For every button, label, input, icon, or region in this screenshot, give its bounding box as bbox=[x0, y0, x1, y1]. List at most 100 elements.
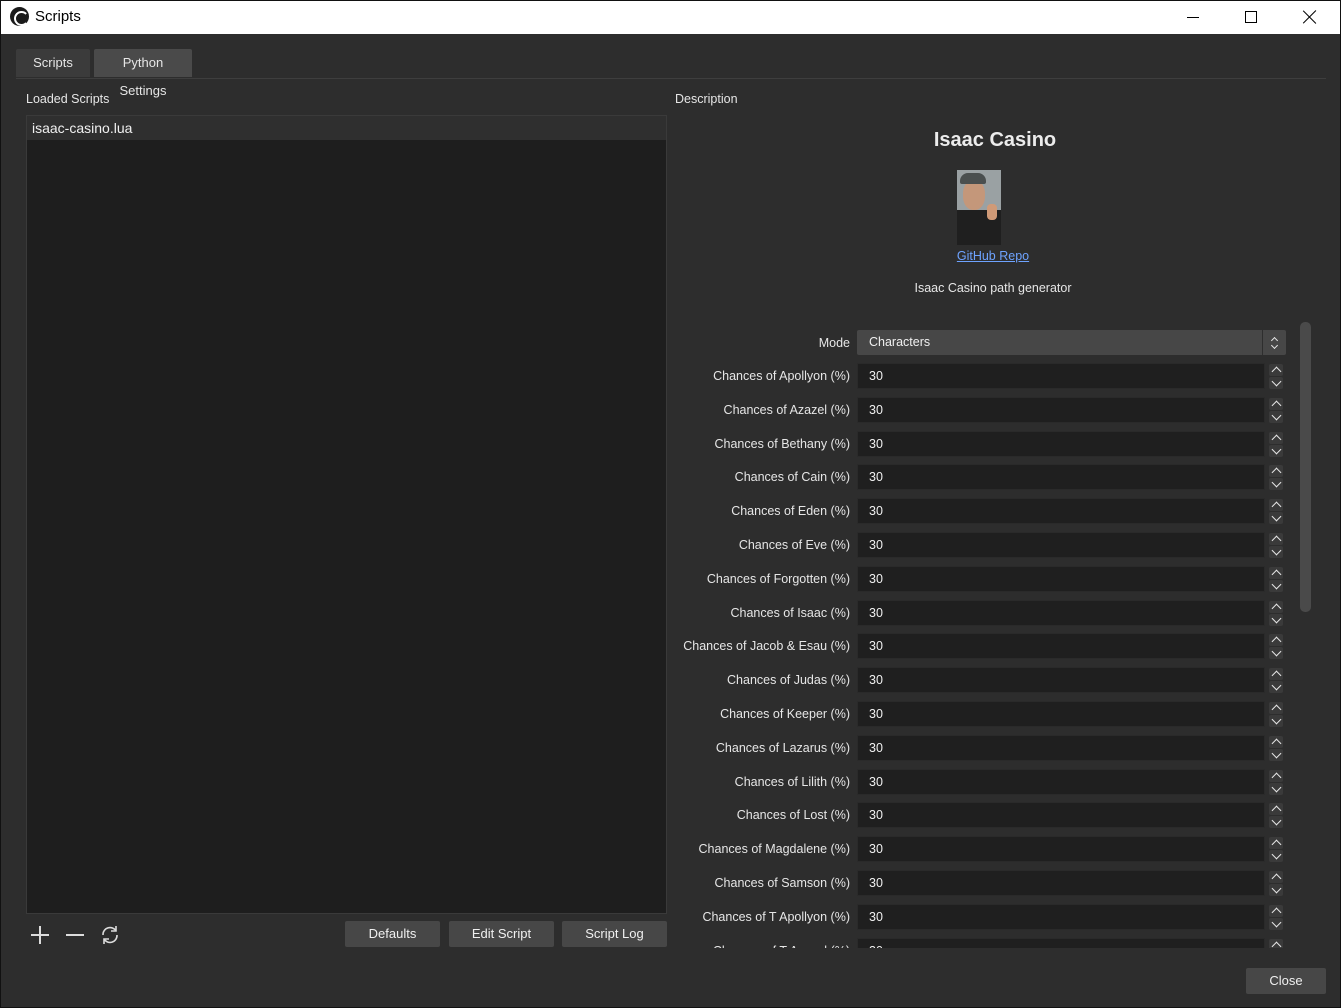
chance-row: Chances of T Azazel (%) 30 bbox=[675, 937, 1287, 948]
tab-python-settings[interactable]: Python Settings bbox=[94, 49, 192, 98]
chevron-up-icon[interactable] bbox=[1269, 837, 1283, 850]
chevron-up-icon[interactable] bbox=[1269, 769, 1283, 782]
script-log-button[interactable]: Script Log bbox=[562, 921, 667, 947]
chevron-up-icon[interactable] bbox=[1269, 533, 1283, 545]
chance-label: Chances of Lazarus (%) bbox=[715, 740, 850, 755]
chevron-down-icon[interactable] bbox=[1269, 850, 1283, 863]
close-button[interactable]: Close bbox=[1246, 968, 1326, 994]
chance-row: Chances of Samson (%) 30 bbox=[675, 870, 1287, 896]
spinbox-stepper[interactable] bbox=[1266, 364, 1286, 390]
github-repo-link[interactable]: GitHub Repo bbox=[675, 249, 1311, 263]
chance-input[interactable]: 30 bbox=[857, 532, 1283, 558]
chance-value: 30 bbox=[869, 402, 883, 417]
chance-input[interactable]: 30 bbox=[857, 396, 1283, 423]
chevron-down-icon[interactable] bbox=[1269, 444, 1283, 457]
remove-script-button[interactable] bbox=[63, 923, 87, 947]
loaded-scripts-list[interactable]: isaac-casino.lua bbox=[26, 115, 667, 914]
chance-input[interactable]: 30 bbox=[857, 667, 1283, 694]
chevron-down-icon[interactable] bbox=[1269, 782, 1283, 795]
chance-input[interactable]: 30 bbox=[857, 599, 1283, 626]
chevron-down-icon[interactable] bbox=[1269, 917, 1283, 930]
spinbox-stepper[interactable] bbox=[1266, 702, 1286, 728]
chevron-down-icon[interactable] bbox=[1269, 884, 1283, 896]
reload-script-button[interactable] bbox=[98, 923, 122, 947]
chance-input[interactable]: 30 bbox=[857, 734, 1283, 761]
chevron-down-icon[interactable] bbox=[1269, 512, 1283, 525]
chance-input[interactable]: 30 bbox=[857, 464, 1283, 491]
properties-scrollbar[interactable] bbox=[1300, 322, 1311, 612]
close-icon bbox=[1303, 10, 1317, 24]
chance-input[interactable]: 30 bbox=[857, 565, 1283, 592]
chance-label: Chances of Magdalene (%) bbox=[698, 842, 850, 857]
chance-value: 30 bbox=[869, 571, 883, 586]
spinbox-stepper[interactable] bbox=[1266, 735, 1286, 762]
maximize-button[interactable] bbox=[1222, 1, 1280, 33]
chevron-down-icon[interactable] bbox=[1269, 647, 1283, 660]
chance-input[interactable]: 30 bbox=[857, 701, 1283, 727]
spinbox-stepper[interactable] bbox=[1266, 465, 1286, 491]
chevron-down-icon[interactable] bbox=[1269, 816, 1283, 829]
edit-script-button[interactable]: Edit Script bbox=[449, 921, 554, 947]
tab-scripts[interactable]: Scripts bbox=[16, 49, 90, 77]
chevron-up-icon[interactable] bbox=[1269, 735, 1283, 748]
spinbox-stepper[interactable] bbox=[1266, 634, 1286, 660]
chevron-down-icon[interactable] bbox=[1269, 410, 1283, 423]
defaults-button[interactable]: Defaults bbox=[345, 921, 440, 947]
chance-input[interactable]: 30 bbox=[857, 498, 1283, 525]
spinbox-stepper[interactable] bbox=[1266, 533, 1286, 559]
chevron-up-icon[interactable] bbox=[1269, 904, 1283, 917]
add-script-button[interactable] bbox=[28, 923, 52, 947]
chevron-up-icon[interactable] bbox=[1269, 803, 1283, 816]
chevron-up-icon[interactable] bbox=[1269, 634, 1283, 647]
chevron-up-icon[interactable] bbox=[1269, 938, 1283, 948]
chevron-down-icon[interactable] bbox=[1269, 715, 1283, 727]
chevron-up-icon[interactable] bbox=[1269, 566, 1283, 579]
chance-input[interactable]: 30 bbox=[857, 633, 1283, 660]
list-item[interactable]: isaac-casino.lua bbox=[27, 116, 666, 140]
spinbox-stepper[interactable] bbox=[1266, 938, 1286, 948]
chevron-down-icon[interactable] bbox=[1269, 377, 1283, 389]
mode-select[interactable]: Characters bbox=[857, 330, 1286, 355]
chance-input[interactable]: 30 bbox=[857, 937, 1283, 948]
chevron-up-icon[interactable] bbox=[1269, 431, 1283, 444]
chance-row: Chances of Jacob & Esau (%) 30 bbox=[675, 633, 1287, 660]
chevron-up-icon[interactable] bbox=[1269, 465, 1283, 478]
chance-label: Chances of Samson (%) bbox=[714, 876, 850, 890]
chevron-down-icon[interactable] bbox=[1269, 748, 1283, 761]
spinbox-stepper[interactable] bbox=[1266, 668, 1286, 694]
spinbox-stepper[interactable] bbox=[1266, 803, 1286, 829]
chevron-down-icon[interactable] bbox=[1269, 478, 1283, 491]
spinbox-stepper[interactable] bbox=[1266, 566, 1286, 593]
chevron-up-icon[interactable] bbox=[1269, 702, 1283, 714]
chevron-down-icon[interactable] bbox=[1269, 546, 1283, 558]
chevron-up-icon[interactable] bbox=[1269, 600, 1283, 613]
chevron-down-icon[interactable] bbox=[1269, 681, 1283, 694]
chevron-up-icon[interactable] bbox=[1269, 668, 1283, 681]
chevron-up-icon[interactable] bbox=[1269, 871, 1283, 883]
chevron-up-icon[interactable] bbox=[1269, 397, 1283, 410]
spinbox-stepper[interactable] bbox=[1266, 431, 1286, 458]
chevron-down-icon[interactable] bbox=[1269, 579, 1283, 592]
chance-input[interactable]: 30 bbox=[857, 363, 1283, 389]
spinbox-stepper[interactable] bbox=[1266, 837, 1286, 863]
spinbox-stepper[interactable] bbox=[1266, 397, 1286, 424]
chevron-up-icon[interactable] bbox=[1269, 499, 1283, 512]
close-window-button[interactable] bbox=[1281, 1, 1339, 33]
chance-input[interactable]: 30 bbox=[857, 768, 1283, 795]
chance-row: Chances of Lilith (%) 30 bbox=[675, 768, 1287, 795]
spinbox-stepper[interactable] bbox=[1266, 499, 1286, 525]
chance-input[interactable]: 30 bbox=[857, 802, 1283, 829]
spinbox-stepper[interactable] bbox=[1266, 769, 1286, 796]
spinbox-stepper[interactable] bbox=[1266, 871, 1286, 897]
spinbox-stepper[interactable] bbox=[1266, 600, 1286, 627]
chance-input[interactable]: 30 bbox=[857, 903, 1283, 930]
minimize-button[interactable] bbox=[1164, 1, 1222, 33]
title-bar[interactable]: Scripts bbox=[1, 1, 1340, 34]
chance-input[interactable]: 30 bbox=[857, 430, 1283, 457]
spinbox-stepper[interactable] bbox=[1266, 904, 1286, 931]
chevron-down-icon[interactable] bbox=[1269, 613, 1283, 626]
chevron-up-icon[interactable] bbox=[1269, 364, 1283, 376]
chance-row: Chances of Cain (%) 30 bbox=[675, 464, 1287, 491]
chance-input[interactable]: 30 bbox=[857, 836, 1283, 863]
chance-input[interactable]: 30 bbox=[857, 870, 1283, 896]
